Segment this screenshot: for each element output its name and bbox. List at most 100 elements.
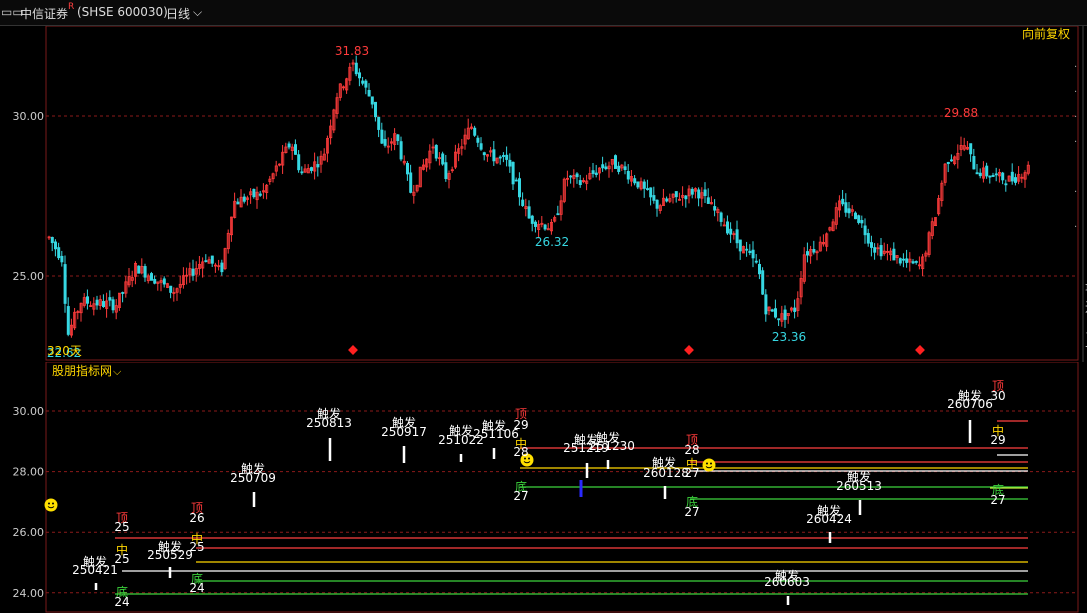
candle-body [614,155,618,169]
candlestick [297,150,301,173]
annotation-label: 29 [513,418,528,432]
candlestick [636,181,640,190]
candlestick [482,151,486,161]
annotation-label: 250917 [381,425,427,439]
candlestick [777,318,781,326]
smiley-icon [702,458,716,472]
candlestick [1007,175,1011,182]
candlestick [655,199,659,217]
candlestick [1026,161,1030,176]
candlestick [966,140,970,151]
candlestick [236,198,240,205]
annotation-label: 250529 [147,548,193,562]
candle-body [399,141,403,160]
candlestick [812,240,816,255]
candle-body [300,171,304,174]
candlestick [1023,170,1027,188]
stock-code: (SHSE 600030) [77,5,168,19]
candlestick [556,205,560,216]
candlestick [607,161,611,178]
candle-body [169,285,173,293]
candlestick [175,287,179,301]
candlestick [838,195,842,218]
candlestick [460,138,464,156]
candlestick [453,144,457,170]
candle-body [844,202,848,213]
candle-body [498,156,502,159]
candlestick [972,148,976,170]
smiley-eye [52,502,54,505]
y-tick-label: 25.00 [13,270,45,283]
candlestick [252,188,256,199]
candle-body [758,264,762,275]
candlestick [431,138,435,154]
candle-body [754,260,758,263]
candlestick [626,164,630,184]
candlestick [658,203,662,214]
annotation-label: 29 [990,433,1005,447]
candlestick [66,297,70,337]
candlestick [687,185,691,204]
candlestick [421,159,425,171]
candle-body [777,318,781,321]
candlestick [582,177,586,184]
candlestick [870,235,874,257]
period-selector[interactable]: 日线 [166,5,190,22]
candlestick [937,194,941,216]
candlestick [914,260,918,265]
side-panel-tick: · [1074,222,1077,233]
candlestick [351,59,355,72]
candlestick [857,214,861,225]
price-extreme-label: 23.36 [772,330,806,344]
candlestick [92,297,96,316]
candlestick [534,220,538,233]
candlestick [550,218,554,235]
candle-body [636,181,640,188]
candlestick [220,259,224,276]
candle-body [137,265,141,274]
candlestick [194,261,198,282]
candle-body [623,166,627,171]
chevron-down-icon[interactable]: ⌵ [193,5,202,20]
candlestick [367,83,371,97]
candlestick [245,195,249,206]
candle-body [652,195,656,201]
period-days-label: 320天 [47,344,82,358]
candlestick [393,128,397,151]
candle-body [434,144,438,159]
annotation-label: 25 [114,520,129,534]
candlestick [473,125,477,137]
candlestick [197,255,201,276]
side-panel-tick: · [1074,187,1077,198]
candlestick [790,306,794,313]
candle-body [748,250,752,253]
candlestick [543,223,547,231]
candlestick [188,262,192,283]
candlestick [319,150,323,173]
annotation-label: 28 [684,443,699,457]
candlestick [873,243,877,260]
candlestick [156,281,160,291]
candlestick [489,146,493,157]
candle-body [703,189,707,197]
candle-body [409,172,413,193]
candle-body [143,266,147,278]
annotation-label: 260513 [836,479,882,493]
price-chart[interactable]: 30.0025.00向前复权31.8326.3223.3629.8822.623… [0,26,1087,362]
candlestick [706,188,710,204]
smiley-face [44,498,58,512]
annotation-label: 251106 [473,427,519,441]
candlestick [370,96,374,109]
candlestick [722,218,726,227]
candle-body [994,173,998,176]
candlestick [850,205,854,217]
candlestick [153,275,157,285]
candlestick [54,239,58,257]
candlestick [229,216,233,242]
indicator-chart[interactable]: 股朋指标网 ⌵30.0028.0026.0024.00触发250421触发2505… [0,362,1087,613]
candlestick [799,270,803,305]
candle-body [857,215,861,223]
stock-name[interactable]: 中信证券 [20,5,68,22]
candle-body [511,161,515,185]
candlestick [357,68,361,87]
